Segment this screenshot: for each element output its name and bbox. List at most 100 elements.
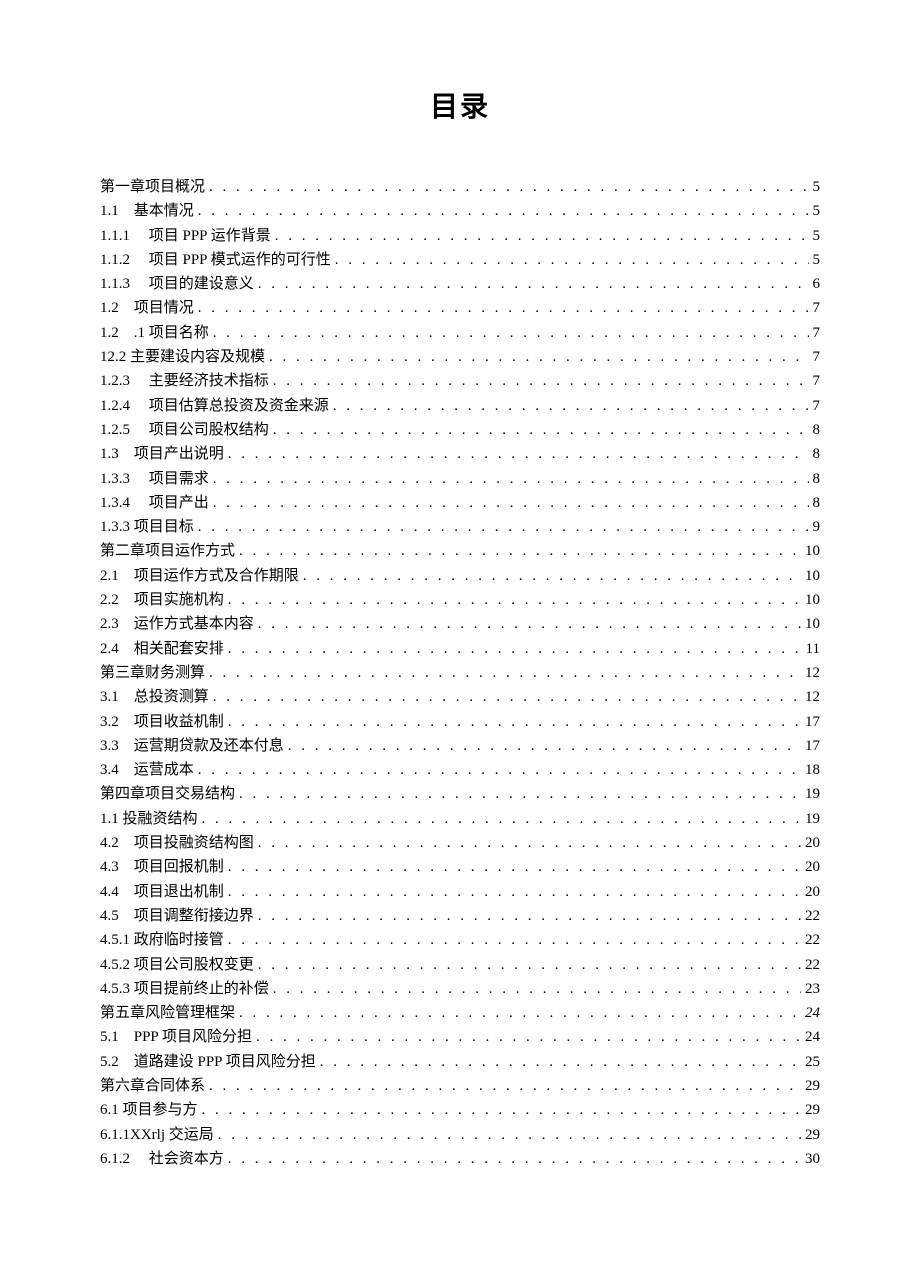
toc-entry-page: 19 [801, 782, 820, 806]
toc-row: 1.1 投融资结构19 [100, 807, 820, 831]
toc-row: 4.4 项目退出机制20 [100, 880, 820, 904]
toc-leader-dots [228, 928, 801, 952]
toc-leader-dots [202, 1098, 801, 1122]
toc-leader-dots [228, 1147, 801, 1171]
toc-leader-dots [273, 977, 801, 1001]
toc-row: 第二章项目运作方式10 [100, 539, 820, 563]
toc-entry-label: 1.3 项目产出说明 [100, 442, 228, 466]
toc-entry-page: 10 [801, 612, 820, 636]
toc-leader-dots [198, 758, 801, 782]
toc-entry-label: 2.3 运作方式基本内容 [100, 612, 258, 636]
toc-entry-label: 4.2 项目投融资结构图 [100, 831, 258, 855]
toc-entry-label: 6.1.1XXrlj 交运局 [100, 1123, 218, 1147]
toc-entry-label: 1.1.2 项目 PPP 模式运作的可行性 [100, 248, 335, 272]
toc-container: 第一章项目概况51.1 基本情况51.1.1 项目 PPP 运作背景51.1.2… [100, 175, 820, 1171]
toc-entry-label: 4.5.1 政府临时接管 [100, 928, 228, 952]
toc-row: 4.5 项目调整衔接边界22 [100, 904, 820, 928]
toc-entry-label: 第五章风险管理框架 [100, 1001, 239, 1025]
toc-entry-page: 8 [809, 467, 821, 491]
toc-entry-page: 23 [801, 977, 820, 1001]
toc-entry-label: 1.3.3 项目目标 [100, 515, 198, 539]
toc-leader-dots [209, 661, 801, 685]
toc-entry-page: 22 [801, 953, 820, 977]
toc-row: 1.1.2 项目 PPP 模式运作的可行性5 [100, 248, 820, 272]
toc-entry-label: 第三章财务测算 [100, 661, 209, 685]
toc-row: 4.5.2 项目公司股权变更22 [100, 953, 820, 977]
toc-entry-label: 5.1 PPP 项目风险分担 [100, 1025, 256, 1049]
toc-leader-dots [256, 1025, 801, 1049]
toc-leader-dots [335, 248, 809, 272]
toc-row: 5.2 道路建设 PPP 项目风险分担 25 [100, 1050, 820, 1074]
toc-leader-dots [258, 272, 809, 296]
toc-row: 2.4 相关配套安排11 [100, 637, 820, 661]
toc-row: 2.2 项目实施机构10 [100, 588, 820, 612]
toc-entry-page: 8 [809, 491, 821, 515]
toc-leader-dots [198, 296, 809, 320]
toc-entry-page: 5 [809, 175, 821, 199]
toc-entry-page: 22 [801, 928, 820, 952]
toc-row: 第四章项目交易结构19 [100, 782, 820, 806]
toc-leader-dots [288, 734, 801, 758]
toc-leader-dots [239, 539, 801, 563]
toc-leader-dots [218, 1123, 801, 1147]
toc-entry-page: 10 [801, 539, 820, 563]
toc-entry-page: 29 [801, 1123, 820, 1147]
toc-leader-dots [209, 175, 808, 199]
toc-row: 6.1.1XXrlj 交运局 29 [100, 1123, 820, 1147]
toc-row: 1.3.4 项目产出8 [100, 491, 820, 515]
toc-row: 1.3.3 项目需求8 [100, 467, 820, 491]
toc-entry-page: 7 [809, 394, 821, 418]
toc-leader-dots [258, 904, 801, 928]
toc-entry-page: 20 [801, 855, 820, 879]
toc-entry-label: 12.2 主要建设内容及规模 [100, 345, 269, 369]
toc-entry-label: 2.1 项目运作方式及合作期限 [100, 564, 303, 588]
toc-row: 第三章财务测算 12 [100, 661, 820, 685]
toc-row: 3.3 运营期贷款及还本付息 17 [100, 734, 820, 758]
toc-row: 1.2.5 项目公司股权结构 8 [100, 418, 820, 442]
toc-row: 2.1 项目运作方式及合作期限10 [100, 564, 820, 588]
toc-row: 4.2 项目投融资结构图20 [100, 831, 820, 855]
toc-row: 3.4 运营成本18 [100, 758, 820, 782]
toc-entry-page: 24 [801, 1001, 820, 1025]
toc-entry-label: 1.2.5 项目公司股权结构 [100, 418, 273, 442]
toc-entry-page: 17 [801, 734, 820, 758]
toc-entry-page: 12 [801, 661, 820, 685]
toc-entry-page: 5 [809, 199, 821, 223]
toc-entry-page: 19 [801, 807, 820, 831]
toc-entry-page: 30 [801, 1147, 820, 1171]
toc-row: 6.1.2 社会资本方30 [100, 1147, 820, 1171]
toc-entry-label: 1.1.3 项目的建设意义 [100, 272, 258, 296]
toc-entry-label: 3.1 总投资测算 [100, 685, 213, 709]
toc-leader-dots [303, 564, 801, 588]
toc-leader-dots [228, 880, 801, 904]
toc-entry-page: 20 [801, 880, 820, 904]
toc-entry-page: 9 [809, 515, 821, 539]
toc-entry-label: 5.2 道路建设 PPP 项目风险分担 [100, 1050, 320, 1074]
toc-leader-dots [320, 1050, 801, 1074]
toc-leader-dots [239, 1001, 801, 1025]
toc-entry-page: 6 [809, 272, 821, 296]
toc-leader-dots [213, 467, 809, 491]
toc-leader-dots [228, 710, 801, 734]
toc-entry-page: 25 [801, 1050, 820, 1074]
toc-entry-label: 3.3 运营期贷款及还本付息 [100, 734, 288, 758]
toc-entry-page: 7 [809, 296, 821, 320]
toc-entry-label: 3.4 运营成本 [100, 758, 198, 782]
toc-leader-dots [198, 199, 809, 223]
toc-entry-page: 7 [809, 321, 821, 345]
toc-entry-page: 8 [809, 418, 821, 442]
toc-leader-dots [228, 637, 802, 661]
toc-entry-label: 4.5.3 项目提前终止的补偿 [100, 977, 273, 1001]
toc-row: 1.1.3 项目的建设意义 6 [100, 272, 820, 296]
toc-row: 1.1 基本情况5 [100, 199, 820, 223]
toc-row: 1.2.4 项目估算总投资及资金来源 7 [100, 394, 820, 418]
toc-row: 2.3 运作方式基本内容 10 [100, 612, 820, 636]
toc-leader-dots [258, 953, 801, 977]
toc-entry-page: 22 [801, 904, 820, 928]
toc-row: 4.5.3 项目提前终止的补偿 23 [100, 977, 820, 1001]
toc-entry-label: 1.1.1 项目 PPP 运作背景 [100, 224, 275, 248]
toc-entry-page: 12 [801, 685, 820, 709]
toc-entry-label: 1.2.4 项目估算总投资及资金来源 [100, 394, 333, 418]
toc-entry-page: 11 [802, 637, 820, 661]
toc-entry-label: 1.2 项目情况 [100, 296, 198, 320]
